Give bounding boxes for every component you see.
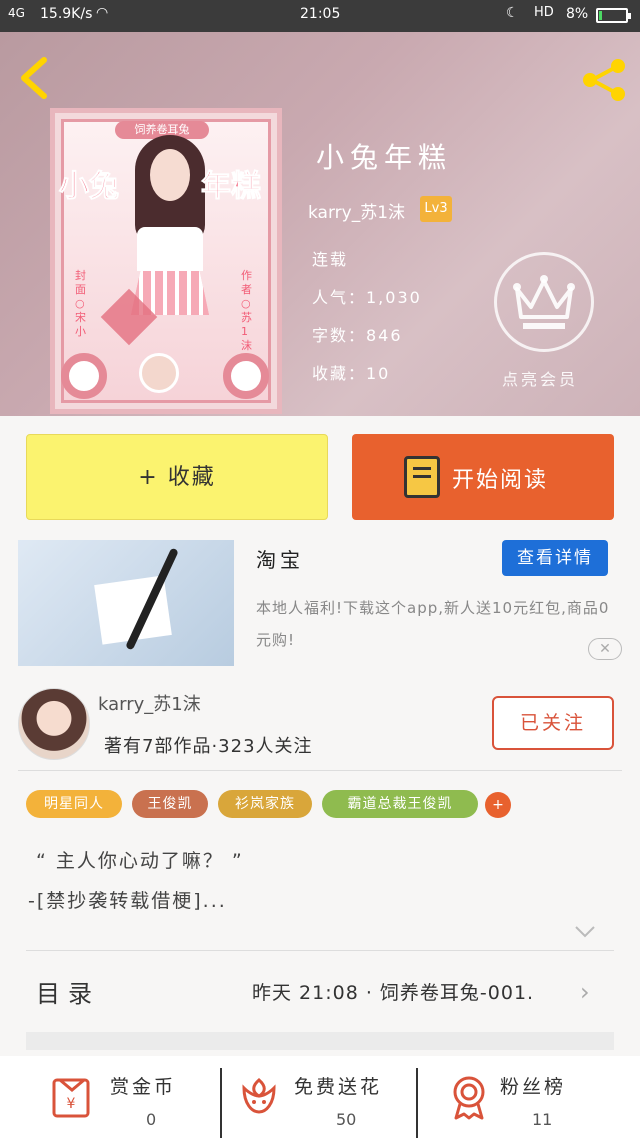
chevron-right-icon[interactable]: › <box>580 978 590 1006</box>
intro-line-2: -[禁抄袭转载借梗]... <box>28 890 227 912</box>
fan-ranking-button[interactable]: 粉丝榜 11 <box>418 1056 640 1138</box>
wifi-icon: ◠ <box>96 5 109 21</box>
tag-chip[interactable]: 明星同人 <box>26 790 122 818</box>
vip-button[interactable] <box>494 252 594 352</box>
battery-fill <box>599 11 602 20</box>
book-header: 饲养卷耳兔 小兔 年糕 封面○宋小 作者○苏1沫 小兔年糕 karry_苏1沫 … <box>0 32 640 416</box>
start-reading-button[interactable]: 开始阅读 <box>352 434 614 520</box>
toc-label[interactable]: 目录 <box>36 974 100 1009</box>
more-tags-button[interactable]: + <box>485 792 511 818</box>
moon-icon: ☾ <box>506 5 519 21</box>
fan-ranking-count: 11 <box>532 1110 553 1129</box>
svg-text:¥: ¥ <box>67 1096 76 1112</box>
ad-close-icon[interactable]: ✕ <box>588 638 622 660</box>
book-popularity: 人气：1,030 <box>312 288 422 307</box>
back-button[interactable] <box>16 54 52 102</box>
section-separator <box>26 1032 614 1050</box>
book-author[interactable]: karry_苏1沫 <box>308 198 405 223</box>
start-reading-label: 开始阅读 <box>452 468 549 493</box>
expand-intro-button[interactable] <box>574 924 596 938</box>
level-badge: Lv3 <box>420 196 452 222</box>
cover-ring-right <box>223 353 269 399</box>
latest-chapter[interactable]: 昨天 21:08 · 饲养卷耳兔-001. <box>252 978 574 1005</box>
reward-coins-count: 0 <box>146 1110 157 1129</box>
book-status: 连载 <box>312 250 349 269</box>
tag-chip[interactable]: 霸道总裁王俊凯 <box>322 790 478 818</box>
ad-description[interactable]: 本地人福利!下载这个app,新人送10元红包,商品0元购! <box>256 592 616 656</box>
tag-chip[interactable]: 衫岚家族 <box>218 790 312 818</box>
battery-icon <box>596 8 631 23</box>
cover-ring-left <box>61 353 107 399</box>
share-button[interactable] <box>578 56 630 104</box>
crown-icon <box>513 275 575 329</box>
chevron-left-icon <box>21 57 47 99</box>
clock: 21:05 <box>300 6 341 22</box>
add-to-favorites-button[interactable]: + 收藏 <box>26 434 328 520</box>
follow-button[interactable]: 已关注 <box>492 696 614 750</box>
chevron-down-icon <box>575 926 595 938</box>
ad-details-button[interactable]: 查看详情 <box>502 540 608 576</box>
author-avatar[interactable] <box>18 688 90 760</box>
book-collects: 收藏：10 <box>312 364 391 383</box>
book-cover[interactable]: 饲养卷耳兔 小兔 年糕 封面○宋小 作者○苏1沫 <box>50 108 282 414</box>
fan-ranking-label: 粉丝榜 <box>500 1076 567 1098</box>
battery-percent: 8% <box>566 6 589 22</box>
author-name[interactable]: karry_苏1沫 <box>98 690 201 716</box>
network-speed: 15.9K/s <box>40 6 93 22</box>
author-stats: 著有7部作品·323人关注 <box>104 736 313 757</box>
share-icon <box>583 59 625 101</box>
book-icon <box>404 456 440 498</box>
vip-label[interactable]: 点亮会员 <box>502 366 578 390</box>
reward-coins-label: 赏金币 <box>110 1076 177 1098</box>
ribbon-badge-icon <box>453 1076 485 1120</box>
network-indicator: 4G <box>8 6 25 20</box>
ad-title[interactable]: 淘宝 <box>256 544 304 573</box>
divider <box>18 770 622 771</box>
send-flower-count: 50 <box>336 1110 357 1129</box>
cover-title-right: 年糕 <box>201 169 262 205</box>
money-envelope-icon: ¥ <box>52 1078 90 1118</box>
hd-call-icon: HD <box>534 5 554 20</box>
cover-side-text-right: 作者○苏1沫 <box>241 269 252 352</box>
divider <box>26 950 614 951</box>
ad-image[interactable] <box>18 540 234 666</box>
status-bar: 4G 15.9K/s ◠ 21:05 ☾ HD 8% <box>0 0 640 32</box>
send-flower-button[interactable]: 免费送花 50 <box>222 1056 416 1138</box>
cover-inset-portrait <box>139 353 179 393</box>
reward-coins-button[interactable]: ¥ 赏金币 0 <box>0 1056 220 1138</box>
intro-line-1: “ 主人你心动了嘛？ ” <box>36 850 244 872</box>
flower-icon <box>242 1078 276 1114</box>
send-flower-label: 免费送花 <box>294 1076 383 1098</box>
bottom-action-bar: ¥ 赏金币 0 免费送花 50 粉丝榜 11 <box>0 1056 640 1138</box>
cover-side-text-left: 封面○宋小 <box>75 269 86 338</box>
book-title: 小兔年糕 <box>316 141 453 174</box>
cover-title-left: 小兔 <box>59 169 120 205</box>
tag-chip[interactable]: 王俊凯 <box>132 790 208 818</box>
book-wordcount: 字数：846 <box>312 326 403 345</box>
